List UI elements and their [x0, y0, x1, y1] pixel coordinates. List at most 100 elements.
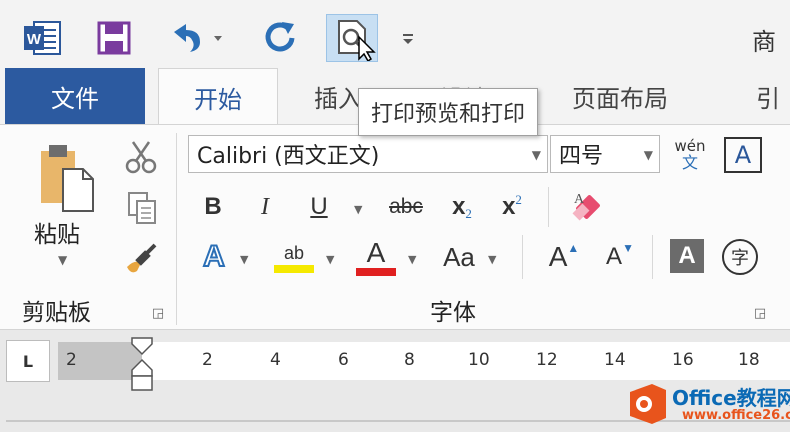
horizontal-ruler[interactable]: 2 2 4 6 8 10 12 14 16 18 [58, 337, 790, 391]
tab-stop-selector[interactable]: L [6, 340, 50, 382]
highlight-color-bar [274, 265, 314, 273]
svg-text:A: A [574, 192, 585, 207]
grow-font-button[interactable]: A ▲ [544, 237, 584, 277]
subscript-base: x [452, 193, 466, 220]
customize-qat-icon [403, 34, 413, 44]
paste-label: 粘贴 [34, 222, 80, 248]
office26-watermark: Office教程网 www.office26.com [626, 378, 790, 430]
change-case-button[interactable]: Aa [434, 237, 484, 277]
tab-file[interactable]: 文件 [5, 68, 145, 124]
eraser-icon: A [572, 192, 600, 221]
ruler-number: 6 [338, 350, 349, 370]
watermark-url: www.office26.com [682, 408, 790, 423]
tab-home[interactable]: 开始 [158, 68, 278, 125]
office-logo-icon [630, 384, 666, 424]
ruler-number: 18 [738, 350, 760, 370]
ruler-number: 12 [536, 350, 558, 370]
tab-references[interactable]: 引 [756, 68, 780, 124]
paste-dropdown-arrow[interactable]: ▼ [58, 253, 67, 267]
print-preview-icon [338, 20, 376, 61]
indent-marker-icon[interactable] [130, 336, 154, 394]
redo-icon [265, 22, 295, 52]
cut-button[interactable] [118, 137, 164, 177]
text-effects-dropdown-icon[interactable]: ▼ [240, 253, 248, 266]
highlight-icon: ab [283, 243, 305, 263]
redo-button[interactable] [258, 18, 302, 56]
undo-icon [174, 24, 222, 52]
button-separator [548, 187, 549, 227]
font-color-dropdown-icon[interactable]: ▼ [408, 253, 416, 266]
print-preview-button[interactable] [326, 14, 378, 62]
chevron-down-icon: ▼ [531, 148, 541, 162]
font-size-value: 四号 [559, 144, 604, 169]
bold-button[interactable]: B [198, 189, 228, 225]
ruler-number: 14 [604, 350, 626, 370]
copy-button[interactable] [118, 187, 164, 227]
strikethrough-button[interactable]: abc [380, 189, 432, 225]
text-effects-icon: A [202, 239, 226, 274]
copy-icon [128, 192, 156, 224]
character-border-button[interactable]: A [724, 137, 762, 173]
document-title: 商 [752, 28, 776, 56]
subscript-mark: 2 [465, 206, 472, 221]
ruler-number: 2 [202, 350, 213, 370]
font-launcher-icon[interactable]: ◲ [752, 305, 768, 321]
chevron-down-icon: ▼ [643, 148, 653, 162]
phonetic-bottom: 文 [681, 153, 698, 172]
change-case-dropdown-icon[interactable]: ▼ [488, 253, 496, 266]
button-separator [522, 235, 523, 279]
superscript-button[interactable]: x2 [494, 189, 530, 225]
subscript-button[interactable]: x2 [444, 189, 480, 225]
ribbon-home-panel: 粘贴 ▼ 剪贴板 ◲ Calibri (西文正文) ▼ 四号 ▼ wén 文 A… [0, 124, 790, 330]
mouse-cursor-icon [358, 35, 376, 61]
tab-insert[interactable]: 插入 [314, 68, 362, 124]
ruler-number: 8 [404, 350, 415, 370]
scissors-icon [125, 141, 157, 174]
format-painter-icon [127, 243, 157, 273]
font-name-value: Calibri (西文正文) [197, 144, 380, 169]
italic-button[interactable]: I [250, 189, 280, 225]
word-icon[interactable]: W [22, 20, 62, 56]
character-border-icon: A [734, 141, 752, 169]
tab-stop-icon: L [22, 351, 34, 371]
superscript-mark: 2 [515, 192, 522, 207]
underline-button[interactable]: U [304, 189, 334, 225]
shrink-font-icon: A [606, 243, 623, 270]
paste-icon [41, 145, 94, 212]
highlight-dropdown-icon[interactable]: ▼ [326, 253, 334, 266]
font-name-combo[interactable]: Calibri (西文正文) ▼ [188, 135, 548, 173]
highlight-button[interactable]: ab [270, 235, 318, 279]
superscript-base: x [502, 193, 516, 220]
grow-font-icon: A [548, 241, 568, 272]
format-painter-button[interactable] [118, 239, 164, 279]
text-effects-button[interactable]: A [194, 237, 234, 277]
tab-page-layout[interactable]: 页面布局 [572, 68, 668, 124]
font-color-icon: A [366, 237, 386, 268]
clear-formatting-button[interactable]: A [566, 187, 606, 227]
group-separator [176, 133, 177, 325]
customize-qat-button[interactable] [396, 26, 420, 52]
font-color-bar [356, 268, 396, 276]
quick-access-toolbar: W 商 [0, 0, 790, 68]
svg-text:W: W [27, 31, 42, 48]
print-preview-tooltip: 打印预览和打印 [358, 88, 539, 136]
font-color-button[interactable]: A [354, 235, 398, 279]
underline-dropdown-icon[interactable]: ▼ [354, 203, 362, 216]
shrink-font-button[interactable]: A ▼ [600, 237, 640, 277]
ruler-number: 2 [66, 350, 77, 370]
clipboard-launcher-icon[interactable]: ◲ [150, 305, 166, 321]
enclose-characters-button[interactable]: 字 [722, 239, 758, 275]
font-group-label: 字体 [430, 300, 476, 326]
undo-button[interactable] [164, 18, 226, 56]
save-button[interactable] [94, 20, 134, 56]
character-shading-button[interactable]: A [670, 239, 704, 273]
save-icon [97, 21, 131, 55]
clipboard-group-label: 剪贴板 [22, 300, 91, 326]
button-separator [652, 235, 653, 279]
ruler-number: 16 [672, 350, 694, 370]
phonetic-guide-button[interactable]: wén 文 [668, 135, 712, 175]
watermark-title: Office教程网 [672, 386, 790, 410]
font-size-combo[interactable]: 四号 ▼ [550, 135, 660, 173]
ruler-number: 4 [270, 350, 281, 370]
ruler-number: 10 [468, 350, 490, 370]
